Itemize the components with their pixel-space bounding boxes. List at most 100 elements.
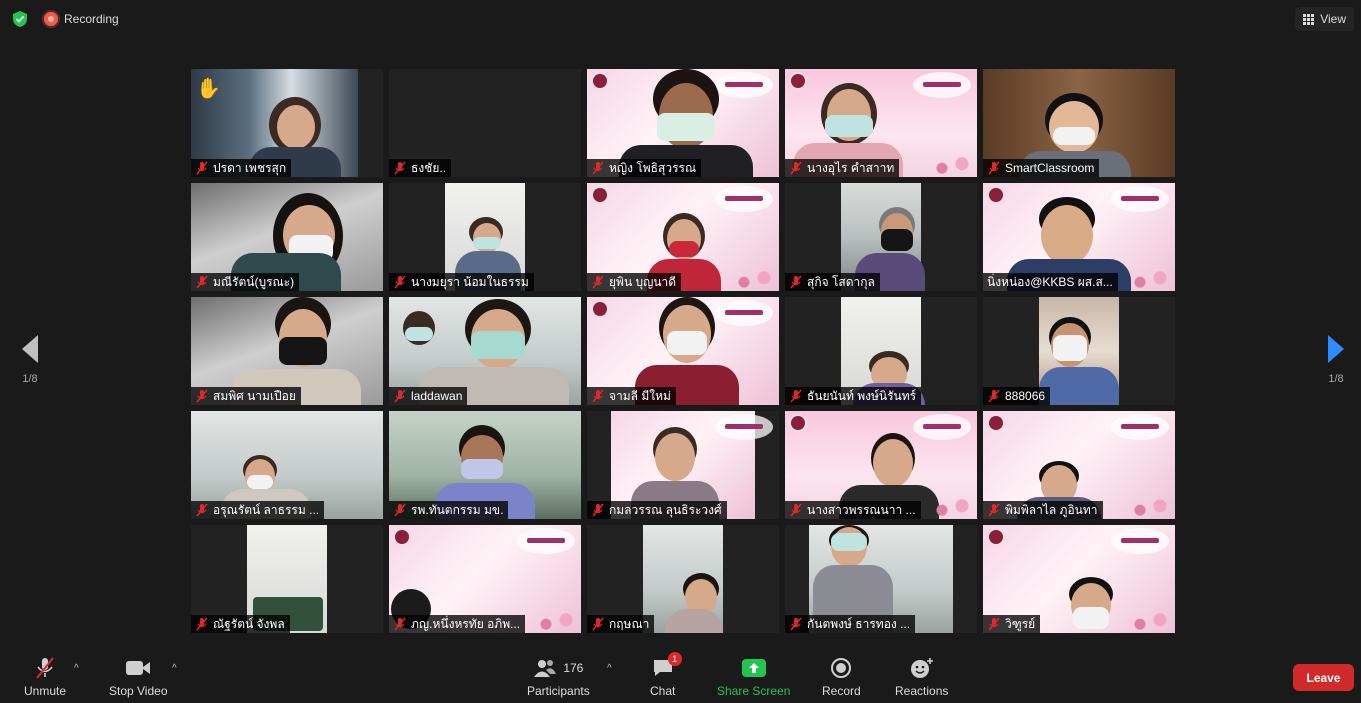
top-bar: Recording View — [0, 0, 1361, 38]
video-tile[interactable]: 888066 — [983, 297, 1175, 405]
participant-name: laddawan — [411, 389, 463, 403]
video-tile[interactable]: กฤษณา — [587, 525, 779, 633]
participant-name: 888066 — [1005, 389, 1046, 403]
chat-button[interactable]: 1 Chat — [650, 652, 682, 698]
muted-mic-icon — [393, 617, 407, 631]
video-tile[interactable]: SmartClassroom — [983, 69, 1175, 177]
muted-mic-icon — [987, 161, 1001, 175]
view-label: View — [1320, 12, 1346, 26]
participant-name: ภญ.หนึ่งหรทัย อภิพ... — [411, 616, 521, 631]
share-screen-icon — [741, 659, 766, 677]
record-label: Record — [822, 684, 861, 698]
muted-mic-icon — [591, 161, 605, 175]
video-camera-icon — [125, 656, 151, 680]
video-tile[interactable]: พิมพิลาไล ภูอินทา — [983, 411, 1175, 519]
muted-mic-icon — [195, 617, 209, 631]
next-page-button[interactable]: 1/8 — [1313, 335, 1359, 385]
video-tile[interactable]: กันตพงษ์ ธารทอง ... — [785, 525, 977, 633]
page-indicator-left: 1/8 — [22, 373, 38, 385]
video-tile[interactable]: มณีรัตน์(บูรณะ) — [191, 183, 383, 291]
meeting-toolbar: Unmute ^ Stop Video ^ 176 Participants ^… — [0, 645, 1361, 703]
participant-name: มณีรัตน์(บูรณะ) — [213, 274, 295, 289]
muted-mic-icon — [987, 617, 1001, 631]
video-tile[interactable]: สมพิศ นามเปือย — [191, 297, 383, 405]
video-tile[interactable]: กมลวรรณ ลุนธิระวงศ์ — [587, 411, 779, 519]
security-shield-icon[interactable] — [11, 10, 29, 28]
muted-mic-icon — [195, 503, 209, 517]
participant-name: สมพิศ นามเปือย — [213, 388, 296, 403]
participant-name: ปรดา เพชรสุก — [213, 160, 287, 175]
participant-name: ธันยนันท์ พงษ์นิรันทร์ — [807, 388, 917, 403]
video-tile[interactable]: นางมยุรา น้อมในธรรม — [389, 183, 581, 291]
video-tile[interactable]: laddawan — [389, 297, 581, 405]
recording-indicator[interactable]: Recording — [44, 11, 119, 27]
participant-name: SmartClassroom — [1005, 161, 1095, 175]
video-tile[interactable]: ธันยนันท์ พงษ์นิรันทร์ — [785, 297, 977, 405]
page-indicator-right: 1/8 — [1328, 373, 1344, 385]
participant-name: กันตพงษ์ ธารทอง ... — [807, 616, 911, 631]
record-button[interactable]: Record — [822, 656, 861, 698]
muted-mic-icon — [591, 275, 605, 289]
share-screen-button[interactable]: Share Screen — [717, 656, 790, 698]
unmute-label: Unmute — [24, 684, 67, 698]
participants-icon — [533, 658, 557, 678]
video-tile[interactable]: วิฑูรย์ — [983, 525, 1175, 633]
participant-name: นางอุไร คำสาาท — [807, 160, 895, 175]
video-tile[interactable]: อรุณรัตน์ ลาธรรม ... — [191, 411, 383, 519]
muted-mic-icon — [987, 503, 1001, 517]
muted-mic-icon — [789, 503, 803, 517]
muted-mic-icon — [393, 503, 407, 517]
video-tile[interactable]: ยุพิน บุญนาดี — [587, 183, 779, 291]
muted-mic-icon — [393, 389, 407, 403]
video-tile[interactable]: จามลี มีใหม่ — [587, 297, 779, 405]
participants-button[interactable]: 176 Participants — [527, 656, 590, 698]
participants-label: Participants — [527, 684, 590, 698]
participants-options-caret-icon[interactable]: ^ — [607, 663, 612, 674]
reactions-smiley-icon — [910, 656, 934, 680]
video-tile[interactable]: ธงชัย.. — [389, 69, 581, 177]
raised-hand-icon: ✋ — [196, 78, 221, 100]
video-options-caret-icon[interactable]: ^ — [172, 663, 177, 674]
reactions-button[interactable]: Reactions — [895, 656, 948, 698]
chat-label: Chat — [650, 684, 676, 698]
participant-name: นิ่งหน่อง@KKBS ผส.ส... — [987, 274, 1113, 289]
video-tile[interactable]: ณัฐรัตน์ จังพล — [191, 525, 383, 633]
stop-video-button[interactable]: Stop Video — [109, 656, 168, 698]
muted-mic-icon — [789, 389, 803, 403]
participant-name: รพ.ทันตกรรม มข. — [411, 502, 504, 517]
video-tile[interactable]: นางอุไร คำสาาท — [785, 69, 977, 177]
participant-name: ยุพิน บุญนาดี — [609, 274, 677, 289]
right-arrow-icon — [1328, 335, 1344, 363]
participant-name: หญิง โพธิสุวรรณ — [609, 160, 697, 175]
share-screen-label: Share Screen — [717, 684, 791, 698]
left-arrow-icon — [22, 335, 38, 363]
video-tile[interactable]: ภญ.หนึ่งหรทัย อภิพ... — [389, 525, 581, 633]
chat-unread-badge: 1 — [667, 652, 682, 666]
muted-mic-icon — [987, 389, 1001, 403]
participant-name: นางสาวพรรณนาา ... — [807, 502, 916, 517]
muted-mic-icon — [591, 503, 605, 517]
muted-mic-icon — [393, 275, 407, 289]
video-gallery: ✋ ปรดา เพชรสุก ธงชัย.. หญิง โพธิสุวรรณ น… — [191, 69, 1176, 633]
audio-options-caret-icon[interactable]: ^ — [74, 663, 79, 674]
recording-dot-icon — [44, 12, 58, 26]
participant-name: จามลี มีใหม่ — [609, 388, 671, 403]
video-tile-active-speaker[interactable]: นิ่งหน่อง@KKBS ผส.ส... — [983, 183, 1175, 291]
muted-mic-icon — [591, 617, 605, 631]
view-button[interactable]: View — [1295, 7, 1354, 31]
video-tile[interactable]: หญิง โพธิสุวรรณ — [587, 69, 779, 177]
leave-button[interactable]: Leave — [1293, 664, 1354, 691]
muted-mic-icon — [789, 617, 803, 631]
video-tile[interactable]: ✋ ปรดา เพชรสุก — [191, 69, 383, 177]
muted-mic-icon — [789, 161, 803, 175]
muted-mic-icon — [195, 161, 209, 175]
video-tile[interactable]: รพ.ทันตกรรม มข. — [389, 411, 581, 519]
muted-mic-icon — [789, 275, 803, 289]
previous-page-button[interactable]: 1/8 — [7, 335, 53, 385]
unmute-button[interactable]: Unmute — [24, 656, 66, 698]
video-tile[interactable]: สุกิจ โสดากุล — [785, 183, 977, 291]
muted-mic-icon — [195, 389, 209, 403]
participant-name: ณัฐรัตน์ จังพล — [213, 616, 285, 631]
participant-name: กฤษณา — [609, 616, 650, 631]
video-tile[interactable]: นางสาวพรรณนาา ... — [785, 411, 977, 519]
